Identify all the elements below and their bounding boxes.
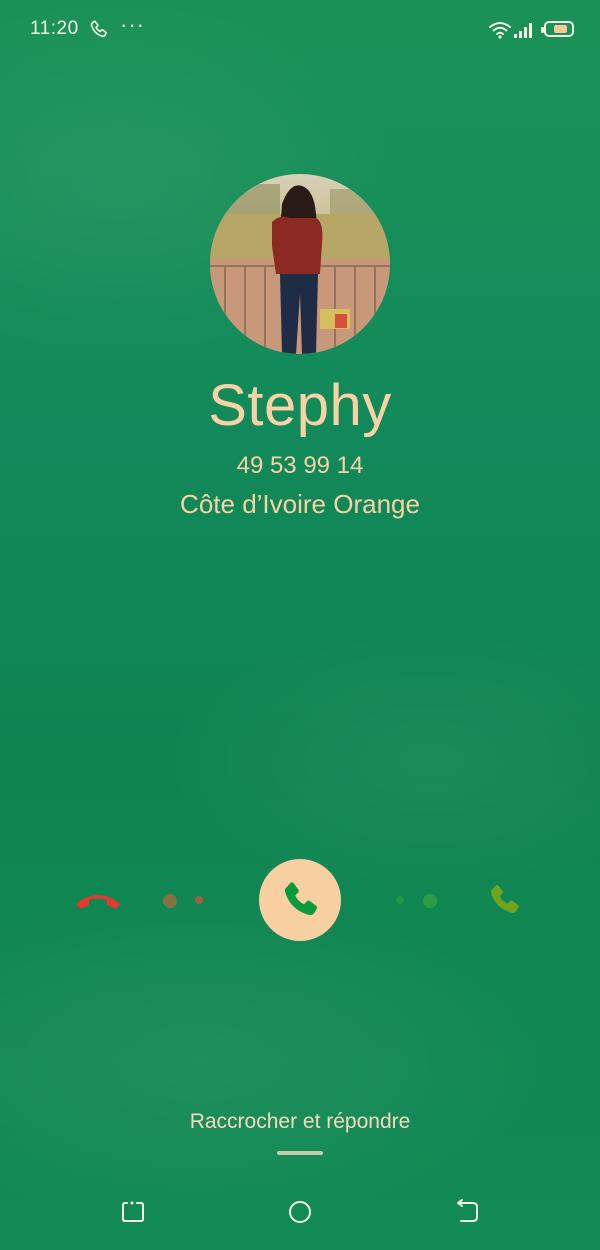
back-icon[interactable]	[453, 1198, 481, 1226]
swipe-handle[interactable]	[277, 1151, 323, 1155]
caller-location: Côte d’Ivoire Orange	[180, 489, 420, 519]
battery-icon	[541, 21, 574, 37]
swipe-indicator-dot	[195, 896, 203, 904]
home-icon[interactable]	[286, 1198, 314, 1226]
hang-up-and-answer-hint[interactable]: Raccrocher et répondre	[0, 1110, 600, 1134]
answer-button[interactable]	[259, 859, 341, 941]
recent-apps-icon[interactable]	[119, 1198, 147, 1226]
signal-strength-icon	[514, 23, 532, 38]
accept-call-icon[interactable]	[486, 880, 522, 920]
caller-number: 49 53 99 14	[236, 452, 364, 479]
more-notifications-icon: ···	[120, 12, 145, 37]
battery-level	[554, 25, 567, 33]
status-bar: 11:20 ···	[0, 0, 600, 60]
status-time: 11:20	[30, 18, 79, 39]
caller-avatar	[210, 174, 390, 354]
swipe-indicator-dot	[396, 896, 404, 904]
caller-name: Stephy	[208, 373, 392, 438]
wifi-icon	[489, 22, 511, 39]
phone-icon	[284, 882, 318, 916]
swipe-indicator-dot	[163, 894, 177, 908]
ongoing-call-icon	[90, 20, 107, 38]
hang-up-icon[interactable]	[74, 890, 122, 912]
swipe-indicator-dot	[423, 894, 437, 908]
